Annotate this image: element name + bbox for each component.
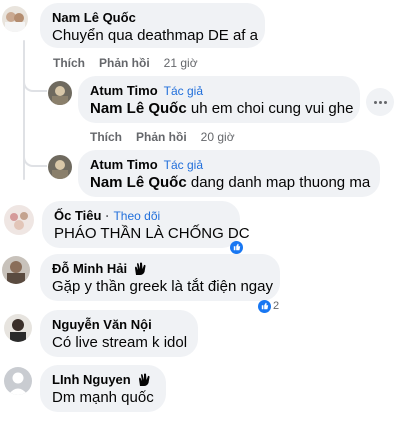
- comment-bubble: Nguyễn Văn Nội Có live stream k idol: [40, 310, 198, 357]
- fan-badge-icon[interactable]: [133, 262, 148, 276]
- comment-bubble: LInh Nguyen Dm mạnh quốc: [40, 365, 166, 412]
- reaction-count: 2: [273, 300, 280, 312]
- comment-actions: Thích Phản hồi 21 giờ: [53, 56, 198, 70]
- comment-bubble: Ốc Tiêu · Theo dõi PHÁO THẦN LÀ CHỐNG DC: [42, 201, 250, 248]
- comment-author[interactable]: Nguyễn Văn Nội: [52, 317, 186, 333]
- author-tag: Tác giả: [163, 84, 204, 98]
- like-reaction-icon: [230, 240, 243, 254]
- follow-button[interactable]: Theo dõi: [113, 208, 160, 224]
- comment-text: Gặp y thần greek là tắt điện ngay: [52, 278, 273, 295]
- comment-author[interactable]: LInh Nguyen: [52, 372, 131, 388]
- comment-text: Nam Lê Quốc uh em choi cung vui ghe: [90, 100, 354, 117]
- comment-author[interactable]: Đỗ Minh Hải: [52, 261, 127, 277]
- comment-text: Có live stream k idol: [52, 334, 188, 351]
- author-tag: Tác giả: [163, 158, 204, 172]
- comment-bubble: Atum Timo Tác giả Nam Lê Quốc dang danh m…: [78, 150, 380, 197]
- reply-button[interactable]: Phản hồi: [136, 130, 187, 144]
- avatar[interactable]: [4, 314, 32, 342]
- avatar[interactable]: [2, 256, 30, 284]
- avatar[interactable]: [48, 81, 72, 105]
- comment-actions: Thích Phản hồi 20 giờ: [90, 130, 235, 144]
- comment-text: Dm mạnh quốc: [52, 389, 154, 406]
- comment-bubble: Đỗ Minh Hải Gặp y thần greek là tắt điện…: [40, 254, 280, 301]
- comment-bubble: Nam Lê Quốc Chuyển qua deathmap DE af a: [40, 3, 265, 48]
- comment-author[interactable]: Nam Lê Quốc: [52, 10, 253, 26]
- avatar[interactable]: [2, 6, 28, 32]
- comment-timestamp[interactable]: 20 giờ: [201, 130, 235, 144]
- more-options-icon[interactable]: [366, 88, 394, 116]
- comment-author[interactable]: Atum Timo: [90, 157, 158, 173]
- like-button[interactable]: Thích: [90, 130, 122, 144]
- like-reaction-icon: [258, 299, 271, 313]
- mention-link[interactable]: Nam Lê Quốc: [90, 174, 187, 191]
- like-button[interactable]: Thích: [53, 56, 85, 70]
- reply-button[interactable]: Phản hồi: [99, 56, 150, 70]
- thread-connector: [23, 70, 47, 92]
- comment-text: Chuyển qua deathmap DE af a: [52, 27, 258, 44]
- comment-author[interactable]: Atum Timo: [90, 83, 158, 99]
- comment-timestamp[interactable]: 21 giờ: [164, 56, 198, 70]
- mention-link[interactable]: Nam Lê Quốc: [90, 100, 187, 117]
- avatar[interactable]: [4, 367, 32, 395]
- fan-badge-icon[interactable]: [137, 373, 152, 387]
- avatar[interactable]: [48, 155, 72, 179]
- comment-text: PHÁO THẦN LÀ CHỐNG DC: [54, 225, 250, 242]
- avatar[interactable]: [4, 205, 34, 235]
- comment-bubble: Atum Timo Tác giả Nam Lê Quốc uh em choi …: [78, 76, 360, 123]
- thread-connector: [23, 145, 47, 167]
- reaction-summary[interactable]: 2: [258, 299, 279, 313]
- comment-text: Nam Lê Quốc dang danh map thuong ma: [90, 174, 371, 191]
- comment-author[interactable]: Ốc Tiêu: [54, 208, 101, 224]
- reaction-summary[interactable]: [230, 240, 245, 254]
